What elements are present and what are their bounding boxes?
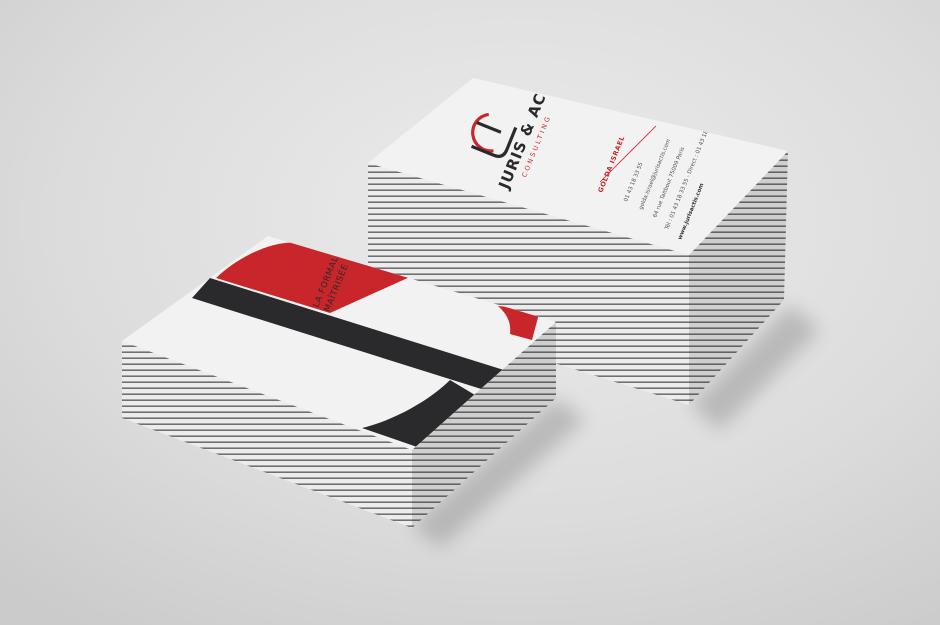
business-card-mockup-scene: JURIS & ACTIS CONSULTING GOLDA ISRAEL 01… <box>0 0 940 625</box>
